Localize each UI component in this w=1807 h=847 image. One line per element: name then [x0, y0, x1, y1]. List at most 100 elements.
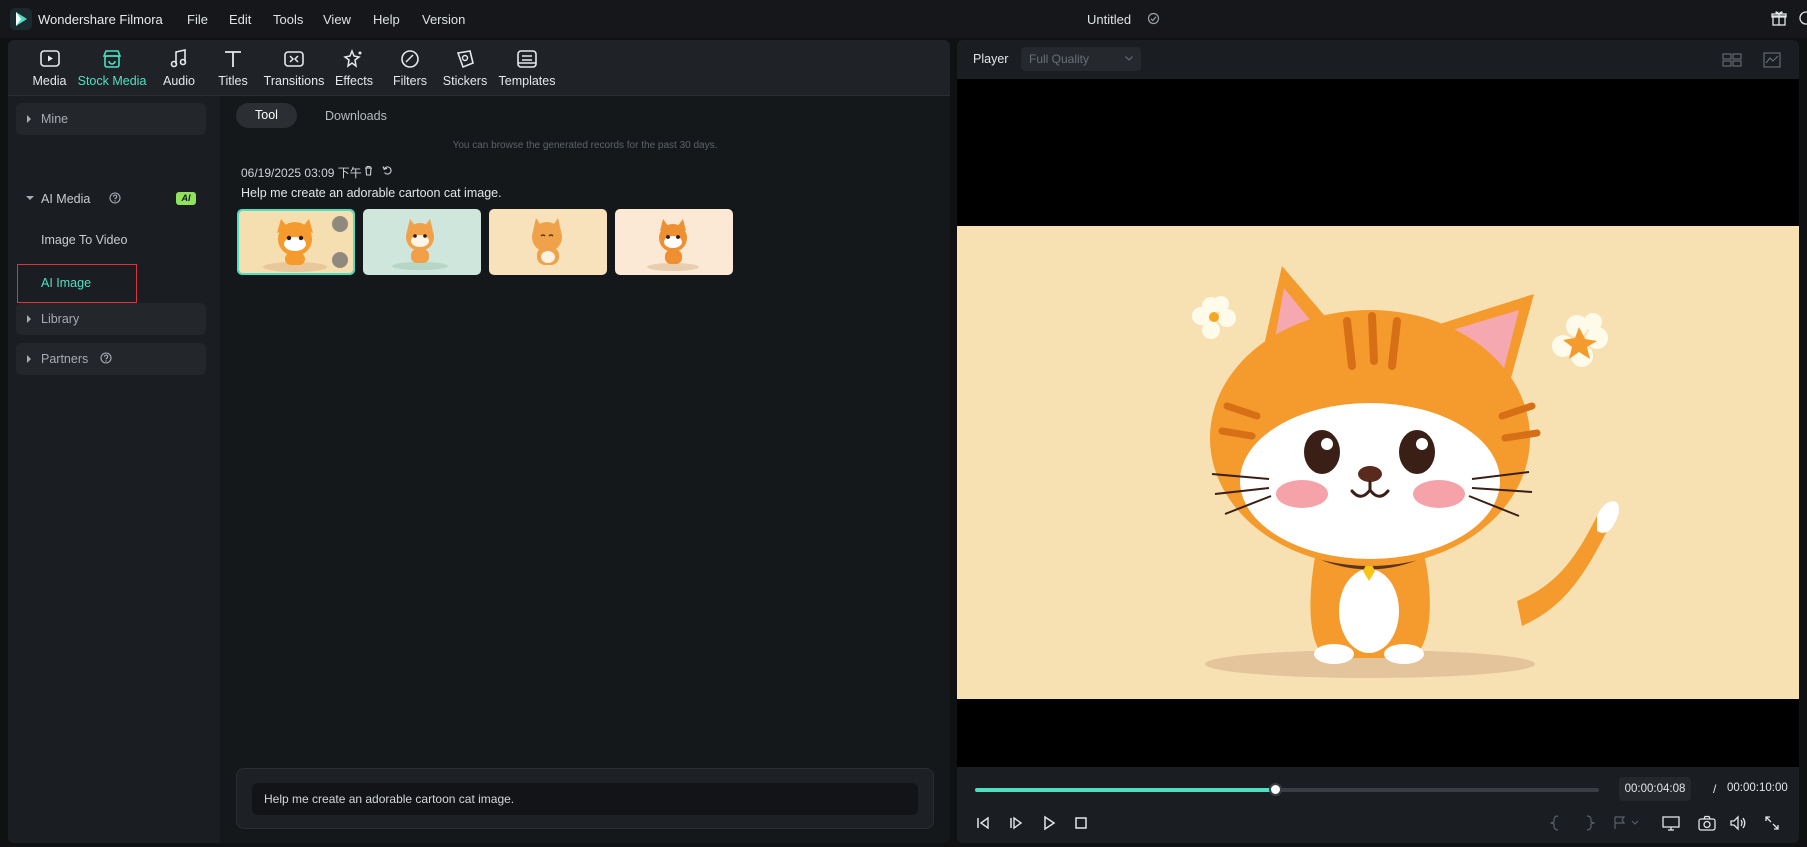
menu-version[interactable]: Version: [422, 12, 465, 27]
stop-icon[interactable]: [1073, 815, 1089, 831]
help-icon[interactable]: [100, 352, 112, 364]
mark-in-icon[interactable]: [1550, 815, 1562, 831]
player-panel: Player Full Quality 00:00:04:08 / 00:00:…: [957, 40, 1799, 843]
gift-icon[interactable]: [1771, 10, 1787, 26]
scope-icon[interactable]: [1763, 52, 1781, 68]
sidebar-item-label: AI Image: [41, 276, 92, 290]
timeline-progress: [975, 788, 1275, 792]
history-hint: You can browse the generated records for…: [452, 140, 718, 151]
chevron-down-icon: [1125, 56, 1133, 61]
title-bar: Wondershare Filmora File Edit Tools View…: [0, 0, 1807, 38]
toolbar-filters-label: Filters: [392, 74, 428, 88]
tab-downloads[interactable]: Downloads: [325, 109, 387, 123]
ai-image-content: Tool Downloads You can browse the genera…: [220, 96, 950, 843]
toolbar-transitions-label: Transitions: [263, 74, 325, 88]
play-icon[interactable]: [1041, 815, 1057, 831]
account-icon[interactable]: [1798, 10, 1807, 26]
sidebar-item-ai-image[interactable]: AI Image: [17, 264, 137, 303]
tab-tool[interactable]: Tool: [236, 103, 297, 128]
toolbar-titles[interactable]: Titles: [208, 46, 258, 92]
asset-toolbar: Media Stock Media Audio Titles Transitio…: [8, 40, 950, 96]
share-icon[interactable]: [332, 216, 348, 232]
stickers-icon: [454, 46, 476, 72]
media-icon: [39, 46, 61, 72]
timeline-scrubber[interactable]: [975, 783, 1599, 796]
fullscreen-icon[interactable]: [1764, 815, 1780, 831]
filters-icon: [399, 46, 421, 72]
snapshot-icon[interactable]: [1698, 815, 1716, 831]
toolbar-effects-label: Effects: [335, 74, 373, 88]
time-separator: /: [1713, 782, 1717, 796]
cat-thumbnail-1[interactable]: [237, 209, 355, 275]
toolbar-templates[interactable]: Templates: [496, 46, 558, 92]
menu-help[interactable]: Help: [373, 12, 400, 27]
toolbar-templates-label: Templates: [498, 74, 556, 88]
filmora-logo-icon: [10, 8, 32, 30]
quality-dropdown[interactable]: Full Quality: [1021, 47, 1141, 71]
next-frame-icon[interactable]: [1008, 815, 1024, 831]
prompt-panel: Help me create an adorable cartoon cat i…: [236, 768, 934, 829]
toolbar-stickers-label: Stickers: [442, 74, 488, 88]
cat-thumbnail-3[interactable]: [489, 209, 607, 275]
volume-icon[interactable]: [1729, 815, 1747, 831]
current-time[interactable]: 00:00:04:08: [1619, 777, 1691, 801]
caret-down-icon: [26, 195, 34, 201]
playhead-handle[interactable]: [1268, 783, 1282, 796]
sidebar-item-library[interactable]: Library: [16, 303, 206, 335]
sidebar-item-label: AI Media: [41, 192, 91, 206]
toolbar-filters[interactable]: Filters: [384, 46, 436, 92]
toolbar-titles-label: Titles: [218, 74, 248, 88]
menu-edit[interactable]: Edit: [229, 12, 251, 27]
app-name: Wondershare Filmora: [38, 12, 163, 27]
toolbar-audio[interactable]: Audio: [154, 46, 204, 92]
grid-view-icon[interactable]: [1722, 53, 1742, 67]
sidebar-item-partners[interactable]: Partners: [16, 343, 206, 375]
templates-icon: [516, 46, 538, 72]
display-icon[interactable]: [1662, 815, 1680, 831]
menu-tools[interactable]: Tools: [273, 12, 303, 27]
total-duration: 00:00:10:00: [1727, 782, 1788, 794]
saved-status-icon: [1147, 12, 1160, 25]
toolbar-stickers[interactable]: Stickers: [436, 46, 494, 92]
mark-out-icon[interactable]: [1583, 815, 1595, 831]
media-library-panel: Media Stock Media Audio Titles Transitio…: [8, 40, 950, 843]
toolbar-stock-media[interactable]: Stock Media: [72, 46, 152, 92]
ai-badge: AI: [176, 192, 196, 205]
menu-file[interactable]: File: [187, 12, 208, 27]
toolbar-stock-media-label: Stock Media: [77, 74, 147, 88]
menu-view[interactable]: View: [323, 12, 351, 27]
prompt-input[interactable]: Help me create an adorable cartoon cat i…: [252, 783, 918, 815]
toolbar-media[interactable]: Media: [22, 46, 77, 92]
sidebar-item-image-to-video[interactable]: Image To Video: [41, 233, 127, 247]
titles-icon: [222, 46, 244, 72]
marker-dropdown-icon[interactable]: [1612, 815, 1640, 831]
sidebar-item-label: Mine: [41, 112, 69, 126]
caret-right-icon: [26, 315, 32, 323]
player-header: Player Full Quality: [957, 40, 1799, 78]
prompt-text: Help me create an adorable cartoon cat i…: [241, 186, 502, 200]
player-label: Player: [973, 52, 1009, 66]
transitions-icon: [283, 46, 305, 72]
caret-right-icon: [26, 115, 32, 123]
toolbar-audio-label: Audio: [163, 74, 195, 88]
regenerate-icon[interactable]: [382, 165, 393, 176]
audio-icon: [168, 46, 190, 72]
preview-frame: [957, 226, 1799, 699]
preview-viewer[interactable]: [957, 79, 1799, 767]
cat-thumbnail-4[interactable]: [615, 209, 733, 275]
toolbar-effects[interactable]: Effects: [328, 46, 380, 92]
help-icon[interactable]: [109, 192, 121, 204]
cat-thumbnail-2[interactable]: [363, 209, 481, 275]
download-icon[interactable]: [332, 252, 348, 268]
record-date: 06/19/2025 03:09 下午: [241, 166, 362, 180]
stock-media-icon: [101, 46, 123, 72]
previous-frame-icon[interactable]: [975, 815, 991, 831]
trash-icon[interactable]: [363, 165, 374, 176]
sidebar-item-label: Library: [41, 312, 80, 326]
toolbar-transitions[interactable]: Transitions: [260, 46, 328, 92]
effects-icon: [343, 46, 365, 72]
stock-sidebar: Mine AI Media AI Image To Video AI Image…: [8, 96, 220, 843]
sidebar-item-mine[interactable]: Mine: [16, 103, 206, 135]
document-title: Untitled: [1087, 12, 1132, 27]
sidebar-item-label: Partners: [41, 352, 89, 366]
